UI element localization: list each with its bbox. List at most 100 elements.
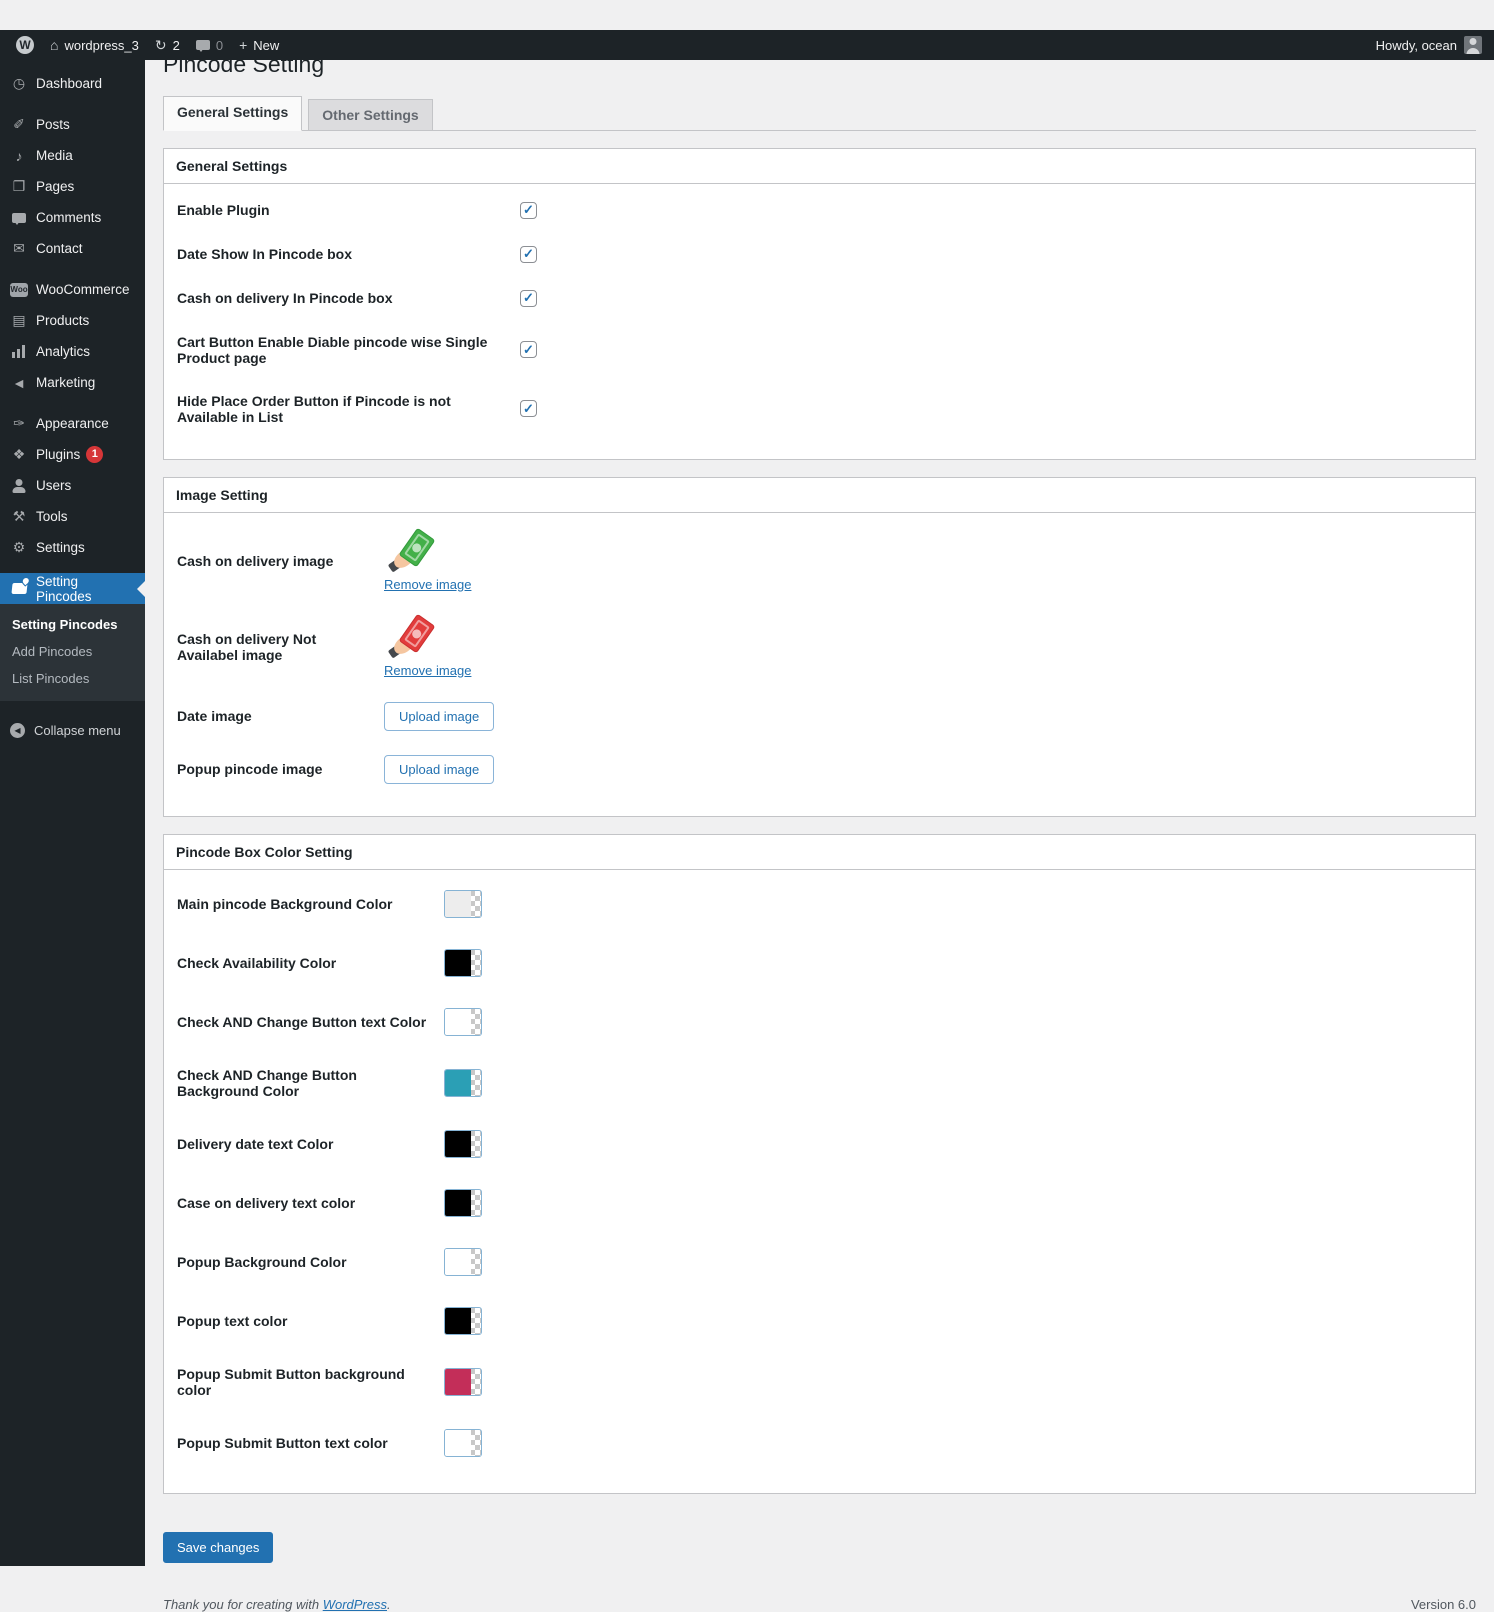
sidebar-item-contact[interactable]: ✉Contact [0,233,145,264]
wordpress-link[interactable]: WordPress [323,1597,387,1612]
howdy-text: Howdy, ocean [1376,38,1457,53]
setting-row: Delivery date text Color [164,1115,1475,1174]
checkbox-hide-place-order-button-if-pincode-is-not-available-in-list[interactable]: ✓ [520,400,537,417]
setting-label: Popup Submit Button text color [177,1435,444,1451]
sidebar-item-label: Pages [36,179,74,194]
upload-image-button-date-image[interactable]: Upload image [384,702,494,731]
updates-button[interactable]: ↻ 2 [147,30,188,60]
new-content-button[interactable]: + New [231,30,287,60]
main-content: Pincode Setting General SettingsOther Se… [163,30,1476,1612]
checkbox-date-show-in-pincode-box[interactable]: ✓ [520,246,537,263]
comments-button[interactable]: 0 [188,30,231,60]
sidebar-item-pages[interactable]: ❐ Pages [0,171,145,202]
sidebar-item-dashboard[interactable]: ◷Dashboard [0,68,145,99]
sidebar-item-appearance[interactable]: ✑ Appearance [0,408,145,439]
save-changes-button[interactable]: Save changes [163,1532,273,1563]
sidebar-item-label: Appearance [36,416,109,431]
setting-label: Enable Plugin [177,202,520,218]
general-settings-rows: Enable Plugin✓Date Show In Pincode box✓C… [164,184,1475,459]
woocommerce-icon: Woo [10,283,28,297]
setting-label: Cash on delivery Not Availabel image [177,631,384,663]
setting-label: Cash on delivery image [177,553,384,569]
setting-row: Popup text color [164,1292,1475,1351]
color-swatch-check-and-change-button-text-color[interactable] [444,1008,482,1036]
sidebar-item-label: Plugins [36,447,80,462]
image-control: Remove image [384,530,471,592]
sidebar-submenu: Setting PincodesAdd PincodesList Pincode… [0,604,145,701]
sidebar-item-label: Tools [36,509,68,524]
footer-version: Version 6.0 [1411,1597,1476,1612]
setting-row: Cash on delivery imageRemove image [164,518,1475,604]
sidebar-item-woocommerce[interactable]: WooWooCommerce [0,274,145,305]
collapse-arrow-icon: ◀ [10,723,25,738]
sidebar-item-posts[interactable]: ✐Posts [0,109,145,140]
remove-image-link[interactable]: Remove image [384,663,471,678]
sidebar-item-comments[interactable]: Comments [0,202,145,233]
plugins-badge: 1 [86,446,103,463]
pages-icon: ❐ [10,178,28,195]
sidebar-item-label: Users [36,478,71,493]
sidebar-item-label: Posts [36,117,70,132]
tab-other-settings[interactable]: Other Settings [308,99,432,131]
sidebar-item-label: Settings [36,540,85,555]
wordpress-logo-icon: W [16,36,34,54]
site-name: wordpress_3 [64,38,138,53]
remove-image-link[interactable]: Remove image [384,577,471,592]
submenu-item-add-pincodes[interactable]: Add Pincodes [0,638,145,665]
setting-row: Check AND Change Button Background Color [164,1052,1475,1115]
setting-row: Popup Submit Button background color [164,1351,1475,1414]
sidebar-item-label: Setting Pincodes [36,574,137,604]
checkbox-enable-plugin[interactable]: ✓ [520,202,537,219]
sidebar-item-marketing[interactable]: ◄Marketing [0,367,145,398]
color-swatch-popup-text-color[interactable] [444,1307,482,1335]
setting-label: Check AND Change Button Background Color [177,1067,444,1099]
sidebar-item-users[interactable]: Users [0,470,145,501]
footer-thanks: Thank you for creating with WordPress. [163,1597,391,1612]
setting-label: Popup pincode image [177,761,384,777]
color-swatch-popup-background-color[interactable] [444,1248,482,1276]
comments-icon [196,40,210,50]
setting-label: Cash on delivery In Pincode box [177,290,520,306]
collapse-menu-button[interactable]: ◀ Collapse menu [0,715,145,745]
wordpress-menu-button[interactable]: W [8,30,42,60]
color-swatch-popup-submit-button-background-color[interactable] [444,1368,482,1396]
color-swatch-delivery-date-text-color[interactable] [444,1130,482,1158]
setting-row: Date imageUpload image [164,690,1475,743]
setting-row: Popup Background Color [164,1233,1475,1292]
color-swatch-case-on-delivery-text-color[interactable] [444,1189,482,1217]
cash-in-hand-red-icon [390,616,438,660]
plus-icon: + [239,38,247,52]
color-swatch-popup-submit-button-text-color[interactable] [444,1429,482,1457]
sidebar-item-settings[interactable]: ⚙Settings [0,532,145,563]
sidebar-item-analytics[interactable]: Analytics [0,336,145,367]
sidebar-item-setting-pincodes[interactable]: Setting Pincodes [0,573,145,604]
admin-bar: W ⌂ wordpress_3 ↻ 2 0 + New Howdy, ocean [0,30,1494,60]
image-setting-header: Image Setting [164,478,1475,513]
submenu-item-setting-pincodes[interactable]: Setting Pincodes [0,611,145,638]
submenu-item-list-pincodes[interactable]: List Pincodes [0,665,145,692]
general-settings-box: General Settings Enable Plugin✓Date Show… [163,148,1476,460]
setting-label: Date Show In Pincode box [177,246,520,262]
color-swatch-check-availability-color[interactable] [444,949,482,977]
image-setting-box: Image Setting Cash on delivery imageRemo… [163,477,1476,817]
color-swatch-main-pincode-background-color[interactable] [444,890,482,918]
image-setting-rows: Cash on delivery imageRemove imageCash o… [164,513,1475,816]
checkbox-cash-on-delivery-in-pincode-box[interactable]: ✓ [520,290,537,307]
appearance-icon: ✑ [10,415,28,432]
setting-label: Cart Button Enable Diable pincode wise S… [177,334,520,366]
setting-row: Popup pincode imageUpload image [164,743,1475,796]
checkbox-cart-button-enable-diable-pincode-wise-single-product-page[interactable]: ✓ [520,341,537,358]
setting-label: Popup Submit Button background color [177,1366,444,1398]
sidebar-item-products[interactable]: ▤Products [0,305,145,336]
home-icon: ⌂ [50,38,58,52]
upload-image-button-popup-pincode-image[interactable]: Upload image [384,755,494,784]
site-link[interactable]: ⌂ wordpress_3 [42,30,147,60]
general-settings-header: General Settings [164,149,1475,184]
sidebar-item-tools[interactable]: ⚒Tools [0,501,145,532]
sidebar-item-media[interactable]: ♪Media [0,140,145,171]
sidebar-item-plugins[interactable]: ❖Plugins1 [0,439,145,470]
color-swatch-check-and-change-button-background-color[interactable] [444,1069,482,1097]
account-menu[interactable]: Howdy, ocean [1376,30,1494,60]
tab-general-settings[interactable]: General Settings [163,96,302,131]
analytics-icon [10,345,28,358]
